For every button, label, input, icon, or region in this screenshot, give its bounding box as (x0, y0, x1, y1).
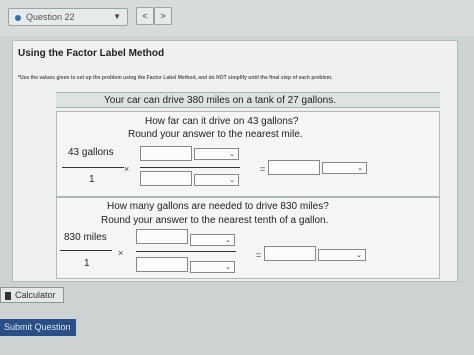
problem-1-factor-denominator-input[interactable] (140, 171, 192, 186)
prev-question-button[interactable]: < (136, 7, 154, 25)
problem-1-question: How far can it drive on 43 gallons? (145, 116, 299, 127)
problem-1-factor-numerator-unit-select[interactable]: ⌄ (194, 148, 239, 160)
problem-2-denominator: 1 (84, 258, 90, 269)
submit-question-button[interactable]: Submit Question (0, 319, 76, 336)
problem-2-answer-unit-select[interactable]: ⌄ (318, 249, 366, 261)
instructions-note: *Use the values given to set up the prob… (18, 75, 333, 81)
chevron-down-icon: ⌄ (356, 252, 362, 259)
question-label: Question 22 (26, 12, 75, 22)
next-question-button[interactable]: > (154, 7, 172, 25)
chevron-down-icon: ▼ (113, 12, 121, 21)
problem-2-given-fraction-bar (60, 250, 112, 251)
problem-1-factor-fraction-bar (140, 167, 240, 168)
chevron-down-icon: ⌄ (229, 177, 235, 184)
chevron-down-icon: ⌄ (225, 237, 231, 244)
panel-title: Using the Factor Label Method (18, 48, 165, 59)
calculator-label: Calculator (15, 290, 56, 300)
problem-2-factor-denominator-input[interactable] (136, 257, 188, 272)
problem-2-answer-input[interactable] (264, 246, 316, 261)
question-selector[interactable]: Question 22 ▼ (8, 8, 128, 26)
problem-2-factor-numerator-unit-select[interactable]: ⌄ (190, 234, 235, 246)
problem-1-given-fraction-bar (62, 167, 124, 168)
chevron-down-icon: ⌄ (225, 264, 231, 271)
problem-2-question: How many gallons are needed to drive 830… (107, 201, 329, 212)
given-statement: Your car can drive 380 miles on a tank o… (104, 95, 336, 106)
problem-2-factor-fraction-bar (136, 251, 236, 252)
problem-2-numerator: 830 miles (64, 232, 107, 243)
problem-1-factor-numerator-input[interactable] (140, 146, 192, 161)
problem-1-rounding: Round your answer to the nearest mile. (128, 129, 303, 140)
calculator-button[interactable]: Calculator (0, 287, 64, 303)
problem-1-denominator: 1 (89, 174, 95, 185)
problem-2-equals: = (256, 250, 262, 260)
problem-1-answer-input[interactable] (268, 160, 320, 175)
problem-2-factor-denominator-unit-select[interactable]: ⌄ (190, 261, 235, 273)
problem-1-factor-denominator-unit-select[interactable]: ⌄ (194, 174, 239, 186)
problem-1-answer-unit-select[interactable]: ⌄ (322, 162, 367, 174)
problem-2-factor-numerator-input[interactable] (136, 229, 188, 244)
calculator-icon (5, 291, 11, 300)
problem-1-times: × (124, 164, 130, 174)
problem-1-numerator: 43 gallons (68, 147, 114, 158)
chevron-down-icon: ⌄ (357, 165, 363, 172)
problem-2-rounding: Round your answer to the nearest tenth o… (101, 215, 329, 226)
problem-1-equals: = (260, 164, 266, 174)
problem-2-times: × (118, 248, 124, 258)
status-dot-icon (15, 14, 21, 21)
chevron-down-icon: ⌄ (229, 151, 235, 158)
